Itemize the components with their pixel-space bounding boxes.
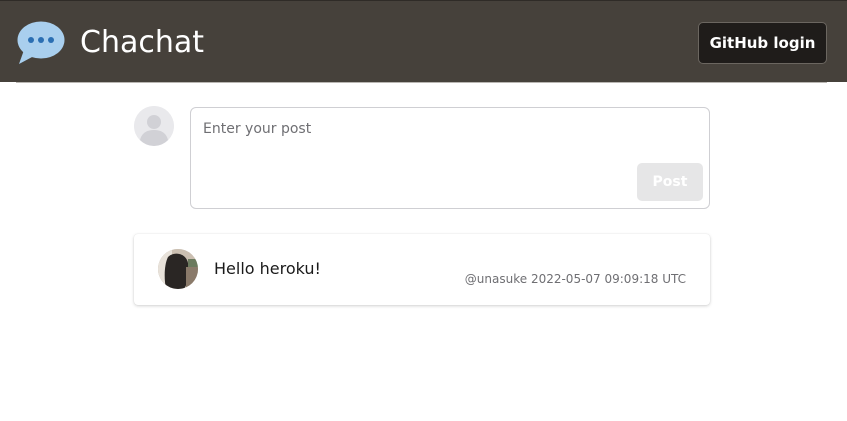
user-avatar [158,249,198,289]
post-button[interactable]: Post [637,163,703,201]
post-card: Hello heroku! @unasuke 2022-05-07 09:09:… [134,234,710,305]
post-text: Hello heroku! [214,259,321,278]
default-user-icon [134,106,174,146]
header-divider [16,82,827,83]
app-title: Chachat [80,25,204,60]
post-meta: @unasuke 2022-05-07 09:09:18 UTC [464,272,686,286]
post-input[interactable] [191,108,709,208]
chat-bubble-icon [16,20,65,66]
post-composer: Post [190,107,710,209]
github-login-button[interactable]: GitHub login [698,22,827,64]
app-header: Chachat GitHub login [0,0,847,82]
